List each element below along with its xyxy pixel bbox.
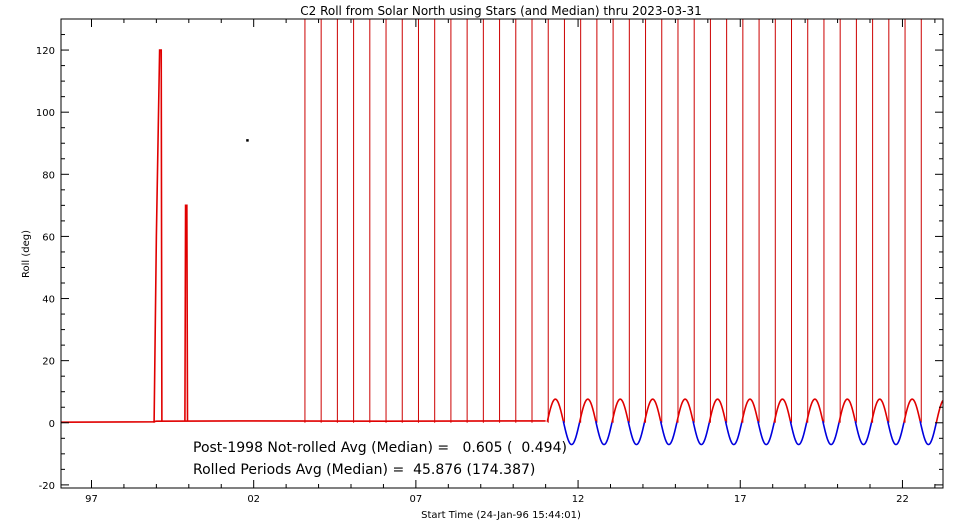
x-tick-label: 97	[85, 494, 98, 505]
x-axis-label: Start Time (24-Jan-96 15:44:01)	[421, 510, 581, 521]
x-tick-label: 22	[896, 494, 909, 505]
x-tick-label: 02	[247, 494, 260, 505]
roll-chart: C2 Roll from Solar North using Stars (an…	[0, 0, 960, 529]
y-tick-label: 0	[49, 419, 55, 430]
y-tick-label: -20	[39, 481, 55, 492]
x-tick-label: 12	[572, 494, 585, 505]
y-tick-label: 120	[36, 46, 55, 57]
annotation-rolled-avg: Rolled Periods Avg (Median) = 45.876 (17…	[193, 462, 535, 478]
y-tick-label: 100	[36, 108, 55, 119]
y-tick-label: 80	[42, 170, 55, 181]
x-tick-label: 07	[410, 494, 423, 505]
y-axis-label: Roll (deg)	[21, 230, 32, 278]
y-tick-label: 20	[42, 357, 55, 368]
y-tick-label: 40	[42, 295, 55, 306]
annotation-not-rolled-avg: Post-1998 Not-rolled Avg (Median) = 0.60…	[193, 440, 567, 456]
chart-title: C2 Roll from Solar North using Stars (an…	[300, 4, 701, 18]
x-tick-label: 17	[734, 494, 747, 505]
stray-point	[246, 139, 249, 142]
y-tick-label: 60	[42, 232, 55, 243]
